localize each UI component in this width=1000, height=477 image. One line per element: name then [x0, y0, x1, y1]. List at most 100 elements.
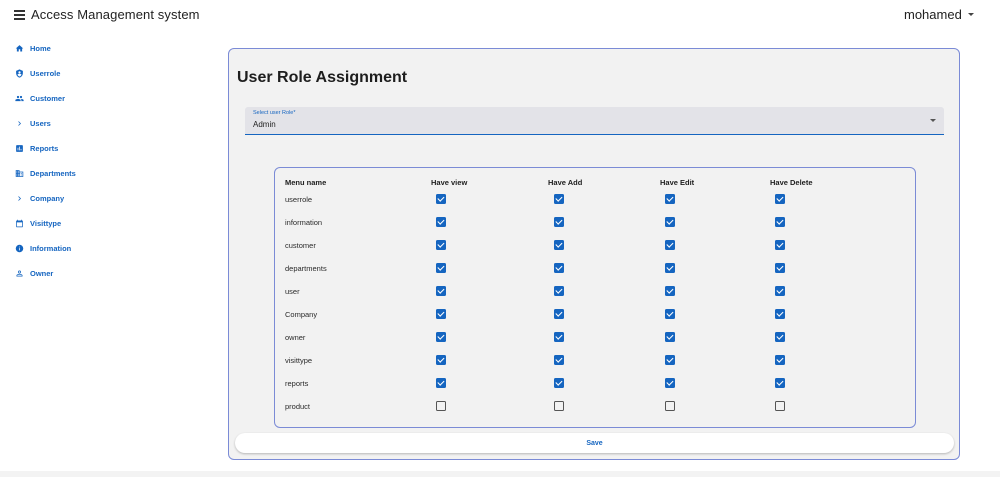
have-edit-checkbox[interactable] [665, 286, 675, 296]
home-icon [14, 43, 24, 53]
have-add-checkbox[interactable] [554, 332, 564, 342]
table-row-menu-name: customer [285, 241, 316, 250]
building-icon [14, 168, 24, 178]
sidebar-item-company[interactable]: Company [14, 190, 64, 206]
have-delete-checkbox[interactable] [775, 217, 785, 227]
sidebar-item-customer[interactable]: Customer [14, 90, 65, 106]
have-add-checkbox[interactable] [554, 217, 564, 227]
user-role-select-value: Admin [253, 120, 276, 129]
sidebar-item-owner[interactable]: Owner [14, 265, 53, 281]
sidebar-item-label: Userrole [30, 68, 61, 78]
role-assignment-panel: User Role Assignment Select user Role* A… [228, 48, 960, 460]
column-header-have-add: Have Add [548, 178, 583, 187]
info-icon [14, 243, 24, 253]
permissions-table: Menu name Have view Have Add Have Edit H… [274, 167, 916, 428]
shield-user-icon [14, 68, 24, 78]
have-add-checkbox[interactable] [554, 286, 564, 296]
table-row-menu-name: product [285, 402, 311, 411]
page-title: User Role Assignment [237, 69, 408, 86]
sidebar-item-label: Owner [30, 268, 54, 278]
have-view-checkbox[interactable] [436, 378, 446, 388]
sidebar-item-information[interactable]: Information [14, 240, 71, 256]
table-row-menu-name: information [285, 218, 323, 227]
have-view-checkbox[interactable] [436, 401, 446, 411]
save-button-label: Save [586, 439, 603, 447]
have-edit-checkbox[interactable] [665, 309, 675, 319]
sidebar-item-userrole[interactable]: Userrole [14, 65, 60, 81]
sidebar-item-label: Visittype [30, 218, 62, 228]
have-view-checkbox[interactable] [436, 217, 446, 227]
have-add-checkbox[interactable] [554, 355, 564, 365]
top-bar: Access Management system mohamed [0, 0, 1000, 30]
sidebar-item-label: Users [30, 118, 51, 128]
table-row-menu-name: reports [285, 379, 309, 388]
have-add-checkbox[interactable] [554, 263, 564, 273]
sidebar-item-label: Company [30, 193, 65, 203]
user-menu-caret-icon[interactable] [968, 13, 974, 16]
column-header-have-edit: Have Edit [660, 178, 695, 187]
have-delete-checkbox[interactable] [775, 355, 785, 365]
table-row-menu-name: visittype [285, 356, 313, 365]
have-edit-checkbox[interactable] [665, 332, 675, 342]
have-edit-checkbox[interactable] [665, 263, 675, 273]
have-edit-checkbox[interactable] [665, 194, 675, 204]
have-view-checkbox[interactable] [436, 240, 446, 250]
have-view-checkbox[interactable] [436, 194, 446, 204]
have-add-checkbox[interactable] [554, 309, 564, 319]
bar-chart-icon [14, 143, 24, 153]
table-row-menu-name: Company [285, 310, 318, 319]
user-menu-name[interactable]: mohamed [904, 7, 962, 22]
have-add-checkbox[interactable] [554, 240, 564, 250]
hamburger-menu-icon[interactable] [14, 10, 25, 20]
app-root: Access Management system mohamed Home Us… [0, 0, 1000, 477]
dropdown-arrow-icon[interactable] [930, 119, 936, 122]
table-row-menu-name: owner [285, 333, 306, 342]
have-add-checkbox[interactable] [554, 401, 564, 411]
table-row-menu-name: user [285, 287, 300, 296]
have-view-checkbox[interactable] [436, 286, 446, 296]
sidebar-item-home[interactable]: Home [14, 40, 51, 56]
have-view-checkbox[interactable] [436, 309, 446, 319]
user-role-select[interactable]: Select user Role* Admin [245, 107, 944, 135]
sidebar-item-label: Home [30, 43, 51, 53]
sidebar-item-label: Information [30, 243, 72, 253]
have-delete-checkbox[interactable] [775, 263, 785, 273]
sidebar-item-label: Customer [30, 93, 66, 103]
sidebar-item-users[interactable]: Users [14, 115, 51, 131]
have-edit-checkbox[interactable] [665, 217, 675, 227]
person-outline-icon [14, 268, 24, 278]
sidebar-item-visittype[interactable]: Visittype [14, 215, 61, 231]
have-view-checkbox[interactable] [436, 332, 446, 342]
have-edit-checkbox[interactable] [665, 401, 675, 411]
calendar-icon [14, 218, 24, 228]
table-row-menu-name: departments [285, 264, 327, 273]
chevron-right-icon [14, 118, 24, 128]
sidebar-item-label: Reports [30, 143, 59, 153]
save-button[interactable]: Save [235, 433, 954, 453]
have-delete-checkbox[interactable] [775, 194, 785, 204]
sidebar-item-reports[interactable]: Reports [14, 140, 58, 156]
have-add-checkbox[interactable] [554, 194, 564, 204]
people-icon [14, 93, 24, 103]
have-delete-checkbox[interactable] [775, 378, 785, 388]
column-header-have-view: Have view [431, 178, 468, 187]
column-header-have-delete: Have Delete [770, 178, 813, 187]
user-role-select-label: Select user Role* [253, 110, 296, 116]
have-view-checkbox[interactable] [436, 355, 446, 365]
column-header-menu-name: Menu name [285, 178, 327, 187]
have-edit-checkbox[interactable] [665, 378, 675, 388]
have-delete-checkbox[interactable] [775, 309, 785, 319]
have-delete-checkbox[interactable] [775, 240, 785, 250]
have-view-checkbox[interactable] [436, 263, 446, 273]
have-delete-checkbox[interactable] [775, 286, 785, 296]
have-edit-checkbox[interactable] [665, 355, 675, 365]
chevron-right-icon [14, 193, 24, 203]
sidebar-item-departments[interactable]: Departments [14, 165, 76, 181]
have-delete-checkbox[interactable] [775, 401, 785, 411]
app-title: Access Management system [31, 7, 200, 22]
bottom-strip [0, 471, 1000, 477]
have-delete-checkbox[interactable] [775, 332, 785, 342]
sidebar-item-label: Departments [30, 168, 76, 178]
have-add-checkbox[interactable] [554, 378, 564, 388]
have-edit-checkbox[interactable] [665, 240, 675, 250]
